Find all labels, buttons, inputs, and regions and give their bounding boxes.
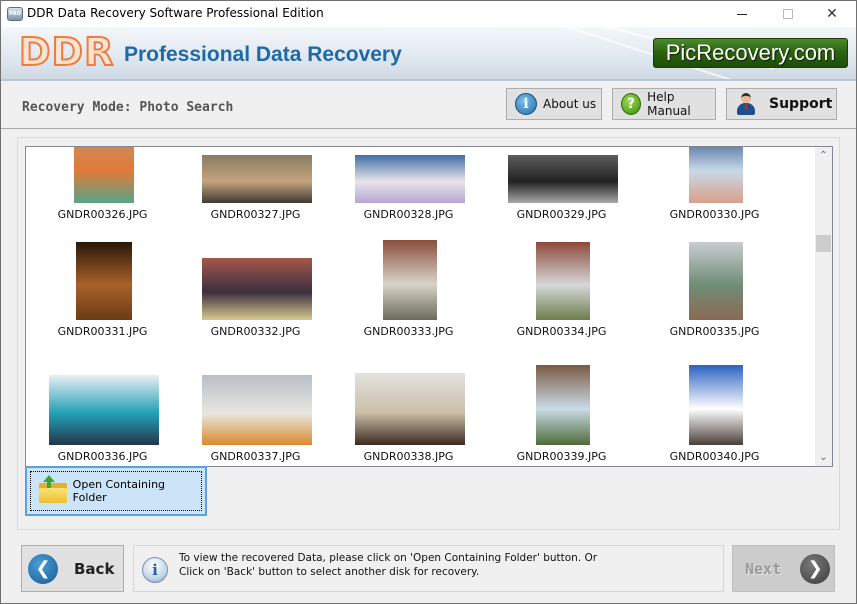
recovered-files-gallery[interactable]: GNDR00326.JPG GNDR00327.JPG GNDR00328.JPG G… [25,146,833,467]
file-name-label: GNDR00338.JPG [363,450,454,463]
info-message: To view the recovered Data, please click… [179,551,597,579]
close-button[interactable]: ✕ [809,1,855,27]
file-thumbnail-item[interactable]: GNDR00332.JPG [179,242,332,365]
minimize-button[interactable] [719,1,765,27]
window-title: DDR Data Recovery Software Professional … [27,6,324,20]
info-line-1: To view the recovered Data, please click… [179,552,598,564]
file-name-label: GNDR00329.JPG [516,208,607,221]
next-label: Next [745,559,782,578]
back-label: Back [74,559,115,578]
file-name-label: GNDR00340.JPG [669,450,760,463]
photo-thumbnail [201,155,312,203]
file-thumbnail-item[interactable]: GNDR00329.JPG [485,147,638,248]
file-thumbnail-item[interactable]: GNDR00337.JPG [179,367,332,466]
next-button[interactable]: Next ❯ [732,545,835,592]
file-thumbnail-item[interactable]: GNDR00328.JPG [332,147,485,248]
file-thumbnail-item[interactable]: GNDR00326.JPG [26,147,179,248]
file-thumbnail-item[interactable]: GNDR00336.JPG [26,367,179,466]
file-name-label: GNDR00330.JPG [669,208,760,221]
file-thumbnail-item[interactable]: GNDR00327.JPG [179,147,332,248]
photo-thumbnail [73,147,134,203]
file-name-label: GNDR00335.JPG [669,325,760,338]
file-name-label: GNDR00332.JPG [210,325,301,338]
ddr-logo: DDR [18,29,115,75]
photo-thumbnail [201,258,312,320]
scroll-down-button[interactable]: ⌄ [815,449,832,466]
photo-thumbnail [535,242,590,320]
info-message-box: i To view the recovered Data, please cli… [133,545,724,592]
photo-thumbnail [535,365,590,445]
file-thumbnail-item[interactable]: GNDR00333.JPG [332,240,485,365]
info-icon: i [142,557,168,583]
photo-thumbnail [75,242,132,320]
info-icon: i [515,93,537,115]
photo-thumbnail [507,155,618,203]
file-thumbnail-item[interactable]: GNDR00334.JPG [485,242,638,365]
open-containing-folder-button[interactable]: Open Containing Folder [25,466,207,516]
chevron-right-icon: ❯ [800,553,831,584]
file-name-label: GNDR00339.JPG [516,450,607,463]
file-thumbnail-item[interactable]: GNDR00338.JPG [332,367,485,466]
help-manual-button[interactable]: ? Help Manual [612,88,716,120]
brand-title: Professional Data Recovery [124,43,402,66]
photo-thumbnail [354,373,465,445]
support-person-icon [737,93,755,115]
close-icon: ✕ [826,6,838,22]
maximize-button[interactable] [765,1,811,27]
file-name-label: GNDR00334.JPG [516,325,607,338]
file-name-label: GNDR00333.JPG [363,325,454,338]
photo-thumbnail [382,240,437,320]
vertical-scrollbar[interactable]: ⌃ ⌄ [815,147,832,466]
file-name-label: GNDR00331.JPG [57,325,148,338]
photo-thumbnail [688,365,743,445]
chevron-left-icon: ❮ [28,553,58,584]
photo-thumbnail [354,155,465,203]
photo-thumbnail [48,375,159,445]
minimize-icon [737,13,747,15]
about-us-label: About us [543,97,597,111]
chevron-up-icon: ⌃ [819,150,828,161]
photo-thumbnail [201,375,312,445]
question-icon: ? [621,93,642,115]
app-window: PRO DDR Data Recovery Software Professio… [0,0,857,604]
file-name-label: GNDR00337.JPG [210,450,301,463]
back-button[interactable]: ❮ Back [21,545,124,592]
support-button[interactable]: Support [726,88,837,120]
file-thumbnail-item[interactable]: GNDR00340.JPG [638,365,791,466]
open-folder-label: Open Containing Folder [72,478,166,504]
photo-thumbnail [688,242,743,320]
help-manual-label: Help Manual [647,90,691,118]
file-thumbnail-item[interactable]: GNDR00335.JPG [638,242,791,365]
chevron-down-icon: ⌄ [819,452,828,463]
header-banner: DDR Professional Data Recovery PicRecove… [1,27,856,81]
scroll-thumb[interactable] [816,235,831,252]
picrecovery-link[interactable]: PicRecovery.com [653,38,848,68]
recovery-mode-label: Recovery Mode: Photo Search [22,100,234,115]
app-icon: PRO [7,7,23,21]
folder-open-icon [39,475,67,503]
file-name-label: GNDR00326.JPG [57,208,148,221]
about-us-button[interactable]: i About us [506,88,602,120]
photo-thumbnail [688,147,743,203]
support-label: Support [769,96,833,112]
file-name-label: GNDR00327.JPG [210,208,301,221]
file-name-label: GNDR00336.JPG [57,450,148,463]
file-thumbnail-item[interactable]: GNDR00339.JPG [485,365,638,466]
file-name-label: GNDR00328.JPG [363,208,454,221]
gallery-grid: GNDR00326.JPG GNDR00327.JPG GNDR00328.JPG G… [26,147,816,466]
scroll-up-button[interactable]: ⌃ [815,147,832,164]
info-line-2: Click on 'Back' button to select another… [179,566,480,578]
title-bar: PRO DDR Data Recovery Software Professio… [1,1,856,27]
mode-bar: Recovery Mode: Photo Search i About us ?… [1,83,856,129]
file-thumbnail-item[interactable]: GNDR00330.JPG [638,147,791,248]
file-thumbnail-item[interactable]: GNDR00331.JPG [26,242,179,365]
maximize-icon [783,9,793,19]
